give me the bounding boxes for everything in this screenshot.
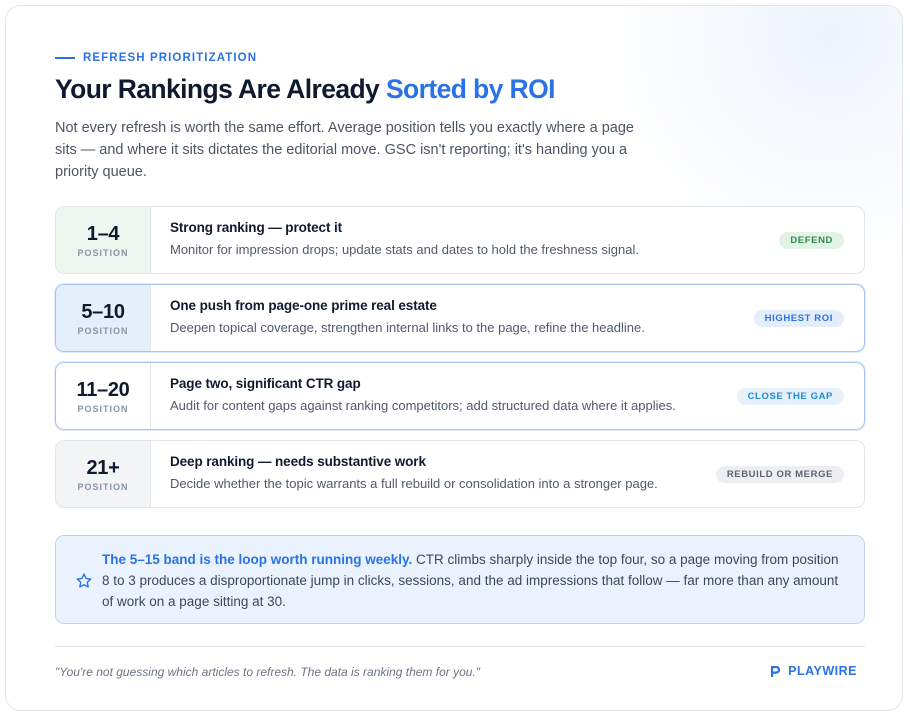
tier-row: 5–10 POSITION One push from page-one prime… [55,284,865,352]
tier-position-cell: 21+ POSITION [56,441,151,507]
tier-position-label: POSITION [77,481,129,492]
eyebrow: REFRESH PRIORITIZATION [55,51,257,65]
title-accent: Sorted by ROI [385,74,555,104]
tier-range: 21+ [86,456,120,479]
callout-lead: The 5–15 band is the loop worth running … [102,552,413,567]
title-plain: Your Rankings Are Already [55,74,386,104]
footer-divider [55,646,865,647]
insight-callout: The 5–15 band is the loop worth running … [55,535,865,624]
tier-body: Strong ranking — protect it Monitor for i… [151,207,864,273]
playwire-logo-icon [771,665,781,677]
tier-badge: HIGHEST ROI [753,310,844,327]
callout-text: The 5–15 band is the loop worth running … [102,549,846,612]
tier-badge: CLOSE THE GAP [736,388,844,405]
tier-row: 1–4 POSITION Strong ranking — protect it Mo… [55,206,865,274]
tier-badge: REBUILD OR MERGE [715,466,844,483]
tier-position-cell: 1–4 POSITION [56,207,151,273]
brand: PLAYWIRE [771,664,857,678]
tier-badge: DEFEND [779,232,844,249]
tier-range: 5–10 [81,300,125,323]
tier-position-label: POSITION [77,247,129,258]
brand-name: PLAYWIRE [788,664,857,678]
eyebrow-text: REFRESH PRIORITIZATION [83,52,258,64]
tier-position-cell: 5–10 POSITION [56,285,151,351]
content-card: REFRESH PRIORITIZATION Your Rankings Are… [5,5,903,711]
tier-description: Monitor for impression drops; update sta… [170,242,639,257]
intro-paragraph: Not every refresh is worth the same effo… [55,120,634,180]
tier-position-cell: 11–20 POSITION [56,363,151,429]
tier-position-label: POSITION [77,325,129,336]
tier-title: Strong ranking — protect it [170,220,343,235]
star-icon [76,573,92,588]
footer-quote: "You're not guessing which articles to r… [55,665,481,679]
tier-range: 11–20 [76,378,130,401]
tier-position-label: POSITION [77,403,129,414]
tier-row: 21+ POSITION Deep ranking — needs substant… [55,440,865,508]
tier-row: 11–20 POSITION Page two, significant CTR g… [55,362,865,430]
page-title: Your Rankings Are Already Sorted by ROI [55,74,555,105]
tier-range: 1–4 [86,222,120,245]
eyebrow-rule [55,57,75,59]
